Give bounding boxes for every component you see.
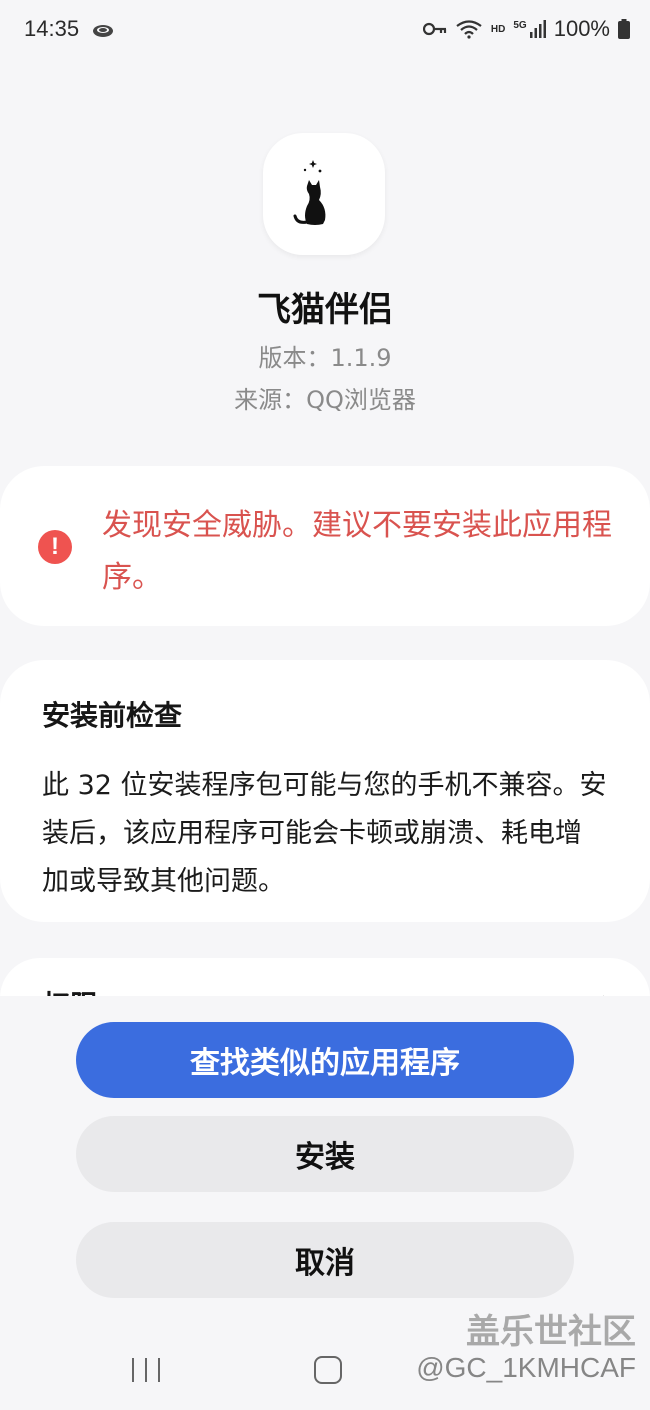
alert-icon: !: [38, 530, 72, 564]
find-similar-apps-button[interactable]: 查找类似的应用程序: [76, 1022, 574, 1098]
home-icon[interactable]: [314, 1356, 342, 1384]
cloud-icon: [93, 25, 113, 37]
battery-percent: 100%: [553, 16, 610, 41]
watermark-user: @GC_1KMHCAF: [416, 1352, 636, 1383]
app-version: 版本：1.1.9: [258, 344, 392, 372]
app-icon: [263, 133, 385, 255]
network-label: HD: [490, 23, 506, 35]
watermark-site: 盖乐世社区: [466, 1312, 636, 1352]
app-source: 来源：QQ浏览器: [234, 386, 416, 414]
pre-install-check-body: 此 32 位安装程序包可能与您的手机不兼容。安装后，该应用程序可能会卡顿或崩溃、…: [42, 770, 607, 897]
cancel-button[interactable]: 取消: [76, 1222, 574, 1298]
battery-icon: [618, 19, 630, 39]
cat-moon-icon: [293, 160, 343, 226]
security-warning-text: 发现安全威胁。建议不要安装此应用程序。: [102, 508, 612, 595]
chevron-right-icon: ›: [601, 988, 610, 996]
app-name: 飞猫伴侣: [257, 290, 393, 330]
recents-icon[interactable]: [132, 1358, 160, 1382]
permissions-card[interactable]: 权限 ›: [0, 958, 650, 996]
install-button[interactable]: 安装: [76, 1116, 574, 1192]
status-indicators: HD 5G 100%: [422, 16, 630, 42]
status-time: 14:35: [24, 16, 80, 41]
wifi-icon: [456, 20, 482, 39]
status-bar: 14:35 HD 5G 100%: [0, 0, 650, 62]
permissions-title: 权限: [42, 984, 98, 996]
signal-icon: 5G: [513, 20, 546, 38]
pre-install-check-title: 安装前检查: [42, 699, 183, 732]
key-icon: [422, 22, 447, 36]
signal-label: 5G: [513, 20, 527, 31]
